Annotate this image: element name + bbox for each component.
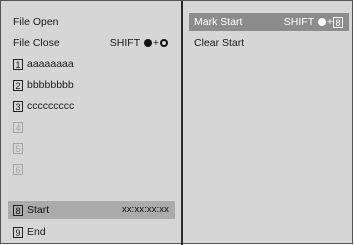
menu-screen: File Open File Close SHIFT + 1 aaaaaaaa 2…	[0, 0, 353, 245]
number-key-2: 2	[13, 79, 23, 91]
list-item-label: aaaaaaaa	[27, 58, 74, 71]
list-item-2[interactable]: 2 bbbbbbbb	[8, 76, 175, 94]
number-key-4: 4	[13, 121, 23, 133]
list-item-label: bbbbbbbb	[27, 79, 74, 92]
list-item-6: 6	[8, 160, 175, 178]
number-key-6: 6	[13, 163, 23, 175]
plus-sign: +	[152, 37, 159, 49]
shift-key-label: SHIFT	[109, 37, 140, 49]
file-close-item[interactable]: File Close SHIFT +	[8, 34, 175, 52]
end-label: End	[27, 226, 46, 239]
list-item-label: ccccccccc	[27, 100, 75, 113]
shift-key-label: SHIFT	[283, 16, 314, 28]
filled-circle-icon	[317, 18, 326, 27]
mark-start-shortcut: SHIFT +8	[284, 13, 343, 31]
pane-divider	[181, 1, 183, 245]
number-key-9: 9	[13, 226, 23, 238]
ring-circle-icon	[160, 39, 168, 48]
list-item-4: 4	[8, 118, 175, 136]
start-timecode: xx:xx:xx:xx	[121, 204, 169, 215]
number-key-1: 1	[13, 58, 23, 70]
file-close-shortcut: SHIFT +	[110, 34, 169, 52]
list-item-1[interactable]: 1 aaaaaaaa	[8, 55, 175, 73]
file-close-label: File Close	[13, 37, 60, 50]
mark-start-label: Mark Start	[194, 16, 243, 29]
file-open-label: File Open	[13, 16, 59, 29]
number-key-8: 8	[13, 204, 23, 216]
number-key-5: 5	[13, 142, 23, 154]
list-item-3[interactable]: 3 ccccccccc	[8, 97, 175, 115]
end-item[interactable]: 9 End	[8, 223, 175, 241]
mark-start-item[interactable]: Mark Start SHIFT +8	[189, 13, 349, 31]
file-open-item[interactable]: File Open	[8, 13, 175, 31]
number-key-8: 8	[333, 16, 343, 28]
number-key-3: 3	[13, 100, 23, 112]
start-label: Start	[27, 204, 50, 217]
clear-start-item[interactable]: Clear Start	[189, 34, 349, 52]
filled-circle-icon	[143, 39, 152, 48]
list-item-5: 5	[8, 139, 175, 157]
start-item[interactable]: 8 Start xx:xx:xx:xx	[8, 201, 175, 219]
clear-start-label: Clear Start	[194, 37, 245, 50]
